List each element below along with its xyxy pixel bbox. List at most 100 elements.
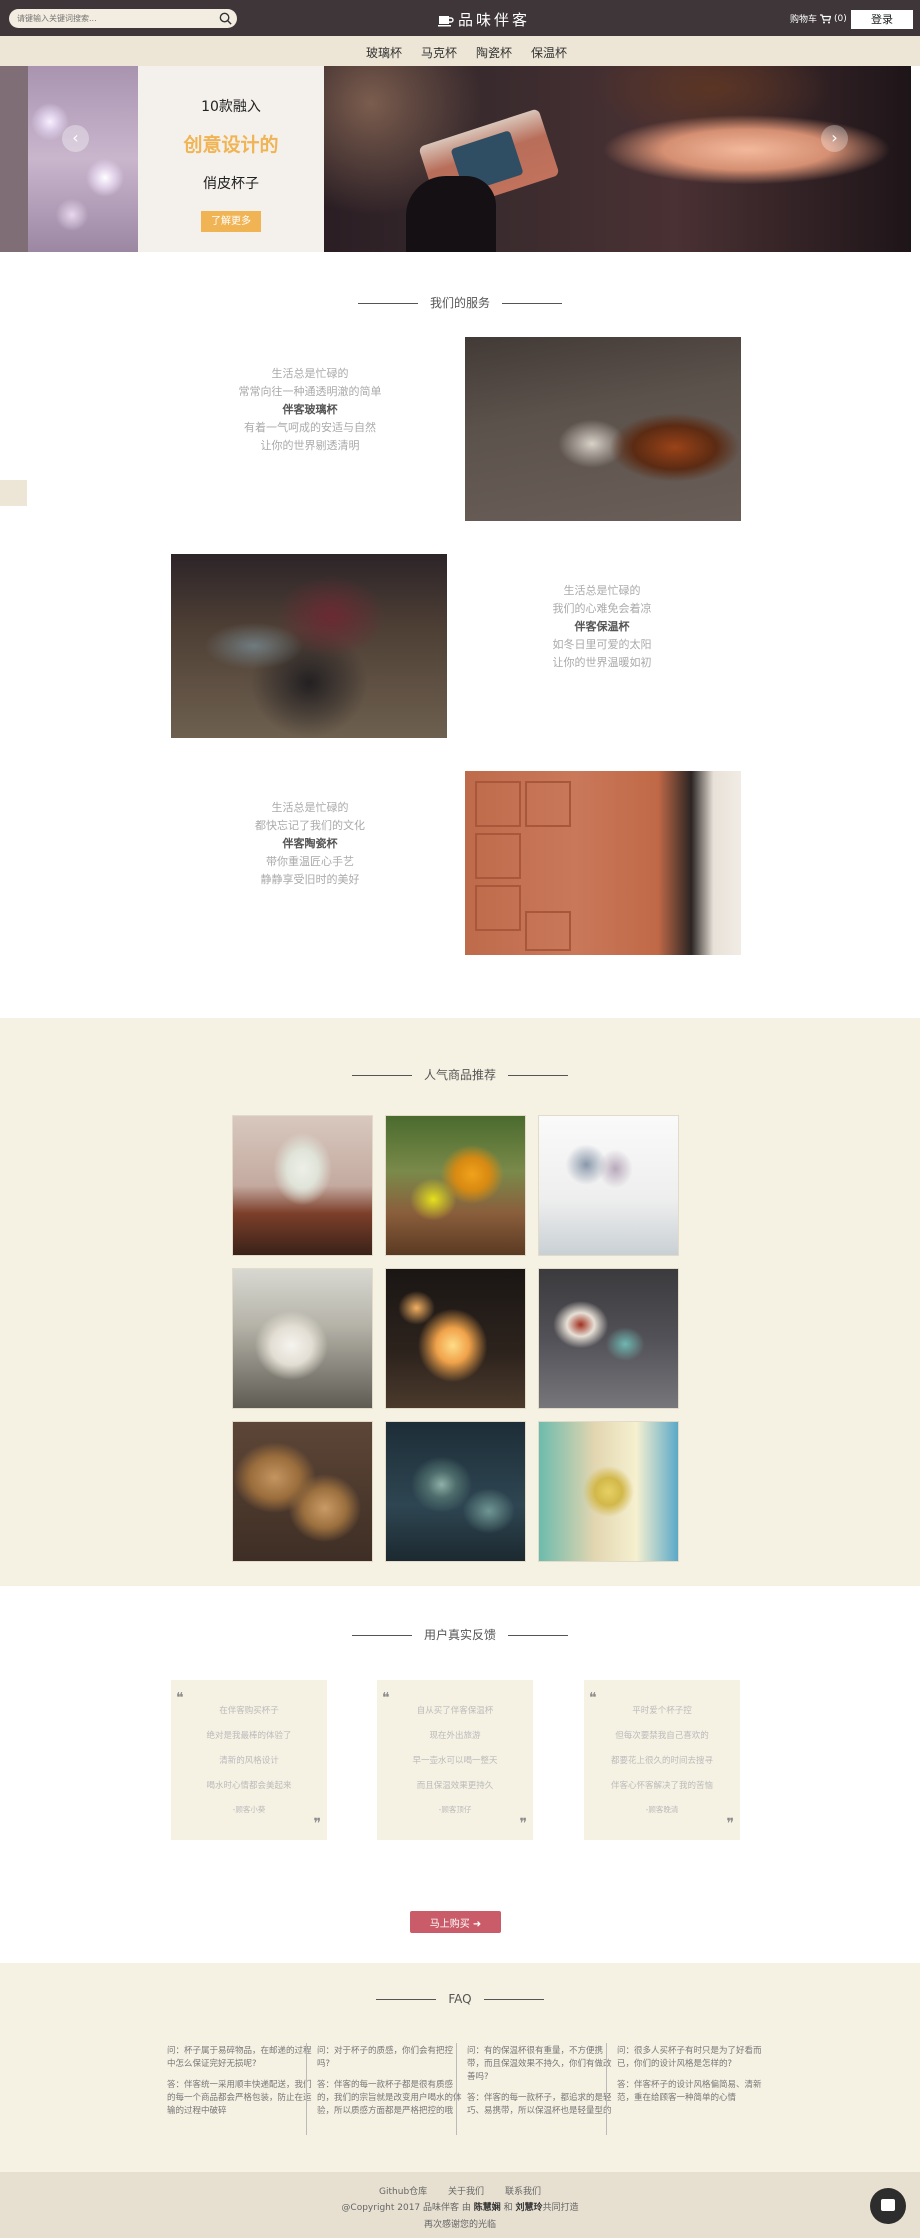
product-tile[interactable] xyxy=(385,1421,526,1562)
faq-item: 问：很多人买杯子有时只是为了好看而已，你们的设计风格是怎样的? 答：伴客杯子的设… xyxy=(617,2045,765,2105)
faq-item: 问：有的保温杯很有重量，不方便携带，而且保温效果不持久，你们有做改善吗? 答：伴… xyxy=(467,2045,615,2118)
cart-link[interactable]: 购物车 (0) xyxy=(790,12,847,26)
faq-answer: 答：伴客杯子的设计风格偏简易、清新范，重在给顾客一种简单的心情 xyxy=(617,2080,762,2103)
feedback-line: 平时爱个杯子控 xyxy=(632,1706,692,1716)
nav-item-ceramic[interactable]: 陶瓷杯 xyxy=(476,44,512,61)
banner-text-panel: 10款融入 创意设计的 俏皮杯子 了解更多 xyxy=(138,66,324,252)
nav-item-mug[interactable]: 马克杯 xyxy=(421,44,457,61)
product-tile[interactable] xyxy=(538,1115,679,1256)
feedback-line: 而且保温效果更持久 xyxy=(416,1781,494,1791)
banner-bokeh-image xyxy=(28,66,138,252)
service-line: 生活总是忙碌的 xyxy=(271,367,349,380)
service-text-glass: 生活总是忙碌的 常常向往一种通透明澈的简单 伴客玻璃杯 有着一气呵成的安适与自然… xyxy=(210,365,410,455)
banner-line-1: 10款融入 xyxy=(201,99,261,115)
banner-photo xyxy=(324,66,911,252)
service-highlight: 伴客玻璃杯 xyxy=(282,403,338,416)
footer: Github仓库 关于我们 联系我们 @Copyright 2017 品味伴客 … xyxy=(0,2172,920,2238)
product-tile[interactable] xyxy=(385,1268,526,1409)
product-tile[interactable] xyxy=(538,1268,679,1409)
cup-logo-icon xyxy=(438,15,454,26)
service-line: 静静享受旧时的美好 xyxy=(260,873,360,886)
product-tile[interactable] xyxy=(538,1421,679,1562)
carousel-prev-icon[interactable]: ‹ xyxy=(62,125,89,152)
top-bar: 品味伴客 购物车 (0) 登录 xyxy=(0,0,920,36)
quote-close-icon: ❞ xyxy=(726,1816,734,1832)
login-button[interactable]: 登录 xyxy=(851,10,913,29)
service-line: 我们的心难免会着凉 xyxy=(552,602,652,615)
faq-divider xyxy=(606,2043,607,2135)
popular-title: 人气商品推荐 xyxy=(423,1068,496,1082)
divider xyxy=(351,1635,412,1636)
feedback-card: ❝ 自从买了伴客保温杯 现在外出旅游 早一壶水可以喝一整天 而且保温效果更持久 … xyxy=(377,1680,533,1840)
nav-item-thermos[interactable]: 保温杯 xyxy=(531,44,567,61)
feedback-title: 用户真实反馈 xyxy=(423,1628,496,1642)
buy-now-button[interactable]: 马上购买 ➜ xyxy=(410,1911,501,1933)
service-text-ceramic: 生活总是忙碌的 都快忘记了我们的文化 伴客陶瓷杯 带你重温匠心手艺 静静享受旧时… xyxy=(210,799,410,889)
feedback-card: ❝ 在伴客购买杯子 绝对是我最棒的体验了 清新的风格设计 喝水时心情都会美起来 … xyxy=(171,1680,327,1840)
thanks-text: 再次感谢您的光临 xyxy=(423,2220,496,2230)
faq-item: 问：杯子属于易碎物品，在邮递的过程中怎么保证完好无损呢? 答：伴客统一采用顺丰快… xyxy=(167,2045,315,2118)
side-tab[interactable] xyxy=(0,480,27,506)
faq-answer: 答：伴客的每一款杯子，都追求的是轻巧、易携带，所以保温杯也是轻量型的 xyxy=(467,2093,612,2116)
search-box[interactable] xyxy=(9,9,237,28)
copyright: @Copyright 2017 品味伴客 由 陈慧娴 和 刘慧玲共同打造 xyxy=(0,2200,920,2213)
faq-question: 问：很多人买杯子有时只是为了好看而已，你们的设计风格是怎样的? xyxy=(617,2046,762,2069)
divider xyxy=(483,1999,544,2000)
copyright-text: 和 xyxy=(503,2203,513,2213)
service-highlight: 伴客保温杯 xyxy=(574,620,630,633)
feedback-line: 都要花上很久的时间去搜寻 xyxy=(610,1756,713,1766)
services-heading: 我们的服务 xyxy=(0,294,920,311)
learn-more-button[interactable]: 了解更多 xyxy=(201,211,261,232)
search-icon[interactable] xyxy=(218,11,233,26)
feedback-line: 但每次要禁我自己喜欢的 xyxy=(615,1731,709,1741)
service-text-thermos: 生活总是忙碌的 我们的心难免会着凉 伴客保温杯 如冬日里可爱的太阳 让你的世界温… xyxy=(502,582,702,672)
divider xyxy=(502,303,562,304)
service-line: 生活总是忙碌的 xyxy=(271,801,349,814)
author-name: 刘慧玲 xyxy=(515,2203,543,2213)
divider xyxy=(376,1999,437,2000)
feedback-line: 现在外出旅游 xyxy=(429,1731,481,1741)
banner-line-3: 俏皮杯子 xyxy=(203,176,259,192)
feedback-line: 喝水时心情都会美起来 xyxy=(206,1781,292,1791)
divider xyxy=(508,1635,568,1636)
feedback-card: ❝ 平时爱个杯子控 但每次要禁我自己喜欢的 都要花上很久的时间去搜寻 伴客心怀客… xyxy=(584,1680,740,1840)
service-highlight: 伴客陶瓷杯 xyxy=(282,837,338,850)
banner-glove xyxy=(406,176,496,252)
faq-heading: FAQ xyxy=(0,1992,920,2006)
faq-divider xyxy=(456,2043,457,2135)
carousel-next-icon[interactable]: › xyxy=(821,125,848,152)
product-tile[interactable] xyxy=(232,1115,373,1256)
popular-heading: 人气商品推荐 xyxy=(0,1066,920,1083)
chat-icon[interactable] xyxy=(870,2188,906,2224)
copyright-text: @Copyright 2017 品味伴客 由 xyxy=(341,2203,471,2213)
product-tile[interactable] xyxy=(385,1115,526,1256)
feedback-line: 自从买了伴客保温杯 xyxy=(416,1706,494,1716)
category-nav: 玻璃杯 马克杯 陶瓷杯 保温杯 xyxy=(0,36,920,66)
footer-link-contact[interactable]: 联系我们 xyxy=(505,2187,541,2197)
nav-item-glass[interactable]: 玻璃杯 xyxy=(366,44,402,61)
footer-link-github[interactable]: Github仓库 xyxy=(379,2187,427,2197)
services-title: 我们的服务 xyxy=(429,296,490,310)
faq-answer: 答：伴客的每一款杯子都是很有质感的，我们的宗旨就是改变用户喝水的体验，所以质感方… xyxy=(317,2080,462,2116)
faq-item: 问：对于杯子的质感，你们会有把控吗? 答：伴客的每一款杯子都是很有质感的，我们的… xyxy=(317,2045,465,2118)
service-image-glass xyxy=(465,337,741,521)
banner-edge xyxy=(0,66,28,252)
service-line: 如冬日里可爱的太阳 xyxy=(552,638,652,651)
banner-line-2: 创意设计的 xyxy=(183,134,279,156)
product-tile[interactable] xyxy=(232,1421,373,1562)
faq-section: FAQ 问：杯子属于易碎物品，在邮递的过程中怎么保证完好无损呢? 答：伴客统一采… xyxy=(0,1963,920,2172)
feedback-heading: 用户真实反馈 xyxy=(0,1626,920,1643)
brand[interactable]: 品味伴客 xyxy=(438,9,530,30)
footer-link-about[interactable]: 关于我们 xyxy=(448,2187,484,2197)
faq-question: 问：杯子属于易碎物品，在邮递的过程中怎么保证完好无损呢? xyxy=(167,2046,312,2069)
service-line: 常常向往一种通透明澈的简单 xyxy=(238,385,382,398)
faq-question: 问：有的保温杯很有重量，不方便携带，而且保温效果不持久，你们有做改善吗? xyxy=(467,2046,612,2082)
service-line: 带你重温匠心手艺 xyxy=(266,855,354,868)
service-line: 都快忘记了我们的文化 xyxy=(255,819,365,832)
service-image-ceramic xyxy=(465,771,741,955)
feedback-line: 清新的风格设计 xyxy=(219,1756,279,1766)
service-line: 有着一气呵成的安适与自然 xyxy=(244,421,376,434)
search-input[interactable] xyxy=(17,9,213,28)
faq-question: 问：对于杯子的质感，你们会有把控吗? xyxy=(317,2046,454,2069)
product-tile[interactable] xyxy=(232,1268,373,1409)
